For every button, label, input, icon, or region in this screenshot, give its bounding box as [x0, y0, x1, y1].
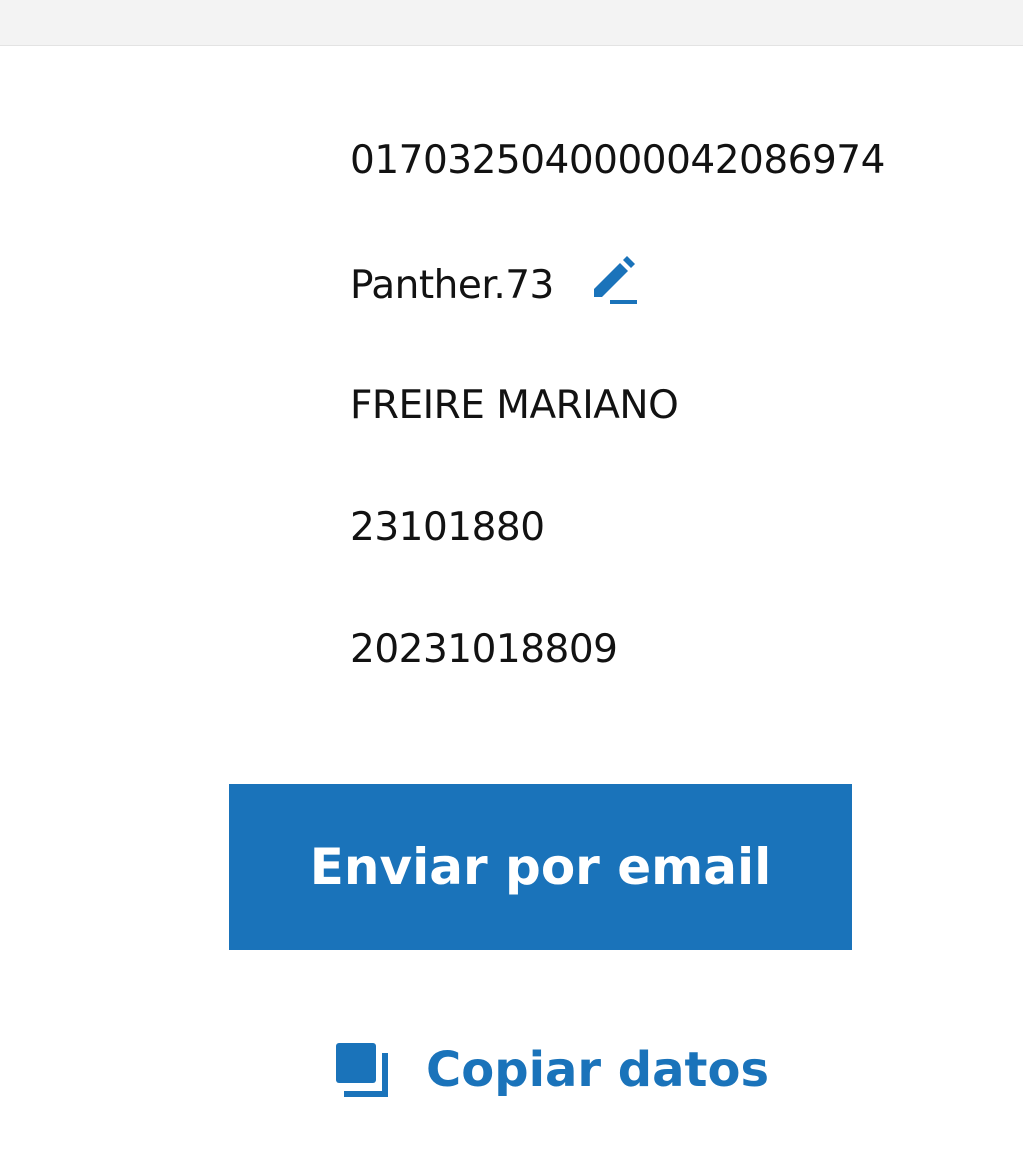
alias-row: Panther.73: [350, 256, 642, 308]
top-bar: [0, 0, 1023, 46]
cuit-value: 20231018809: [350, 627, 618, 672]
dni-value: 23101880: [350, 505, 545, 550]
send-email-button[interactable]: Enviar por email: [229, 784, 852, 950]
copy-data-label: Copiar datos: [426, 1042, 770, 1098]
alias-value: Panther.73: [350, 262, 554, 308]
copy-data-button[interactable]: Copiar datos: [334, 1040, 769, 1100]
holder-name-value: FREIRE MARIANO: [350, 383, 679, 428]
cbu-value: 0170325040000042086974: [350, 138, 885, 183]
edit-alias-button[interactable]: [590, 255, 642, 307]
copy-icon: [334, 1041, 392, 1099]
send-email-label: Enviar por email: [309, 838, 772, 896]
pencil-icon: [593, 256, 637, 304]
